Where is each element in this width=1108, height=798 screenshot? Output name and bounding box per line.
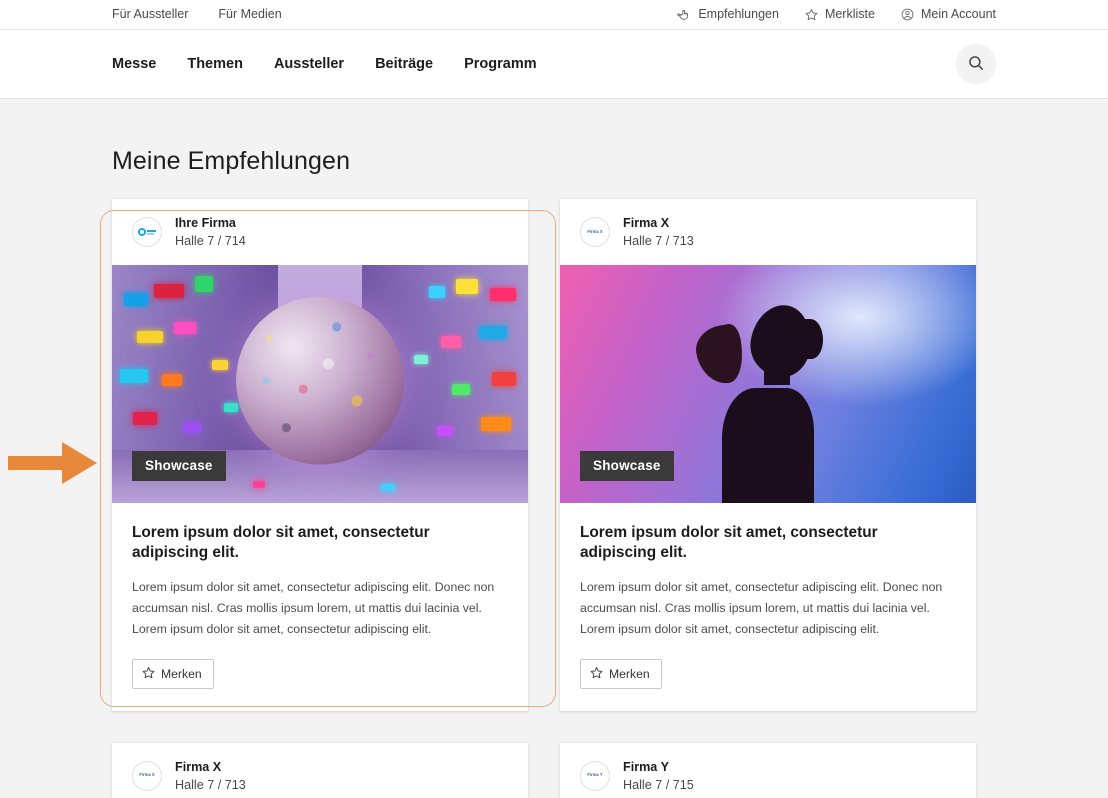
pointer-arrow bbox=[8, 440, 98, 486]
utility-link-fuer-medien[interactable]: Für Medien bbox=[218, 8, 281, 21]
utility-link-label: Für Medien bbox=[218, 8, 281, 21]
card-header-text: Firma X Halle 7 / 713 bbox=[175, 758, 246, 795]
user-circle-icon bbox=[901, 8, 914, 21]
star-outline-icon bbox=[805, 8, 818, 21]
card-image: Showcase bbox=[560, 265, 976, 503]
company-logo-text: Firma X bbox=[139, 773, 154, 778]
card-header-text: Firma X Halle 7 / 713 bbox=[623, 214, 694, 251]
company-logo: Firma X bbox=[132, 761, 162, 791]
utility-link-fuer-aussteller[interactable]: Für Aussteller bbox=[112, 8, 188, 21]
card-header: Firma X Firma X Halle 7 / 713 bbox=[560, 199, 976, 265]
merken-button-label: Merken bbox=[161, 667, 202, 681]
page-root: Für Aussteller Für Medien Empfehlungen bbox=[0, 0, 1108, 798]
showcase-badge: Showcase bbox=[132, 451, 226, 481]
card-body: Lorem ipsum dolor sit amet, consectetur … bbox=[560, 503, 976, 711]
recommendations-grid: Ihre Firma Halle 7 / 714 bbox=[112, 199, 996, 798]
utility-link-label: Mein Account bbox=[921, 8, 996, 21]
card-image: Showcase bbox=[112, 265, 528, 503]
card-header-text: Ihre Firma Halle 7 / 714 bbox=[175, 214, 246, 251]
card-header-text: Firma Y Halle 7 / 715 bbox=[623, 758, 694, 795]
company-name: Ihre Firma bbox=[175, 214, 246, 232]
utility-link-mein-account[interactable]: Mein Account bbox=[901, 8, 996, 21]
hall-location: Halle 7 / 713 bbox=[175, 776, 246, 794]
pointing-hand-icon bbox=[677, 8, 691, 21]
search-button[interactable] bbox=[956, 44, 996, 84]
card-header: Firma Y Firma Y Halle 7 / 715 bbox=[560, 743, 976, 798]
main-nav-items: Messe Themen Aussteller Beiträge Program… bbox=[112, 56, 537, 72]
hall-location: Halle 7 / 714 bbox=[175, 232, 246, 250]
utility-link-empfehlungen[interactable]: Empfehlungen bbox=[677, 8, 779, 21]
recommendation-card[interactable]: Firma Y Firma Y Halle 7 / 715 bbox=[560, 743, 976, 798]
nav-item-programm[interactable]: Programm bbox=[464, 56, 537, 72]
company-logo-text: Firma Y bbox=[587, 773, 602, 778]
nav-item-beitraege[interactable]: Beiträge bbox=[375, 56, 433, 72]
merken-button-label: Merken bbox=[609, 667, 650, 681]
utility-link-label: Empfehlungen bbox=[698, 8, 779, 21]
card-description: Lorem ipsum dolor sit amet, consectetur … bbox=[132, 577, 508, 640]
company-name: Firma X bbox=[175, 758, 246, 776]
company-logo: Firma X bbox=[580, 217, 610, 247]
utility-link-label: Merkliste bbox=[825, 8, 875, 21]
hall-location: Halle 7 / 713 bbox=[623, 232, 694, 250]
card-body: Lorem ipsum dolor sit amet, consectetur … bbox=[112, 503, 528, 711]
recommendation-card[interactable]: Firma X Firma X Halle 7 / 713 bbox=[112, 743, 528, 798]
star-outline-icon bbox=[590, 666, 603, 682]
card-title: Lorem ipsum dolor sit amet, consectetur … bbox=[580, 523, 956, 565]
utility-link-label: Für Aussteller bbox=[112, 8, 188, 21]
company-name: Firma Y bbox=[623, 758, 694, 776]
company-logo: Firma Y bbox=[580, 761, 610, 791]
utility-bar-left-links: Für Aussteller Für Medien bbox=[112, 8, 282, 21]
showcase-badge: Showcase bbox=[580, 451, 674, 481]
merken-button[interactable]: Merken bbox=[132, 659, 214, 689]
nav-item-aussteller[interactable]: Aussteller bbox=[274, 56, 344, 72]
star-outline-icon bbox=[142, 666, 155, 682]
card-description: Lorem ipsum dolor sit amet, consectetur … bbox=[580, 577, 956, 640]
merken-button[interactable]: Merken bbox=[580, 659, 662, 689]
main-navigation: Messe Themen Aussteller Beiträge Program… bbox=[0, 30, 1108, 99]
utility-link-merkliste[interactable]: Merkliste bbox=[805, 8, 875, 21]
page-title: Meine Empfehlungen bbox=[112, 99, 996, 184]
utility-bar: Für Aussteller Für Medien Empfehlungen bbox=[0, 0, 1108, 30]
main-content: Meine Empfehlungen Ihre Firma Halle 7 / … bbox=[0, 99, 1108, 798]
card-header: Firma X Firma X Halle 7 / 713 bbox=[112, 743, 528, 798]
utility-bar-right-links: Empfehlungen Merkliste M bbox=[677, 8, 996, 21]
nav-item-themen[interactable]: Themen bbox=[187, 56, 243, 72]
hall-location: Halle 7 / 715 bbox=[623, 776, 694, 794]
company-logo bbox=[132, 217, 162, 247]
nav-item-messe[interactable]: Messe bbox=[112, 56, 156, 72]
company-name: Firma X bbox=[623, 214, 694, 232]
company-logo-text: Firma X bbox=[587, 230, 602, 235]
card-header: Ihre Firma Halle 7 / 714 bbox=[112, 199, 528, 265]
search-icon bbox=[967, 54, 985, 75]
recommendation-card[interactable]: Ihre Firma Halle 7 / 714 bbox=[112, 199, 528, 711]
recommendation-card[interactable]: Firma X Firma X Halle 7 / 713 bbox=[560, 199, 976, 711]
ring-logo-icon bbox=[138, 228, 157, 236]
card-title: Lorem ipsum dolor sit amet, consectetur … bbox=[132, 523, 508, 565]
